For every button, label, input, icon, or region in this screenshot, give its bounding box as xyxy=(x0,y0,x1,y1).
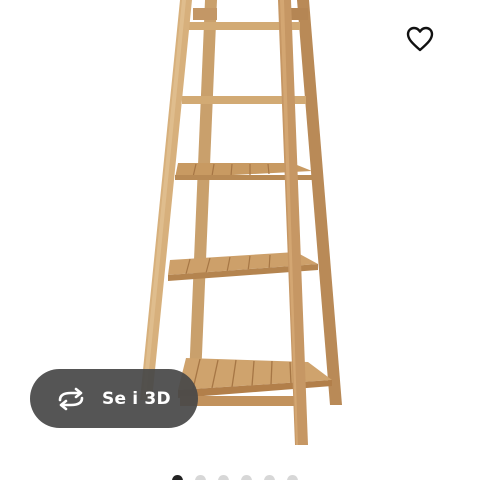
pager-dot-1[interactable] xyxy=(172,475,183,480)
favorite-button[interactable] xyxy=(402,22,438,56)
view-in-3d-label: Se i 3D xyxy=(102,388,171,409)
heart-outline-icon xyxy=(406,26,434,52)
pager-dot-2[interactable] xyxy=(195,475,206,480)
view-in-3d-button[interactable]: Se i 3D xyxy=(30,369,198,428)
pager-dot-3[interactable] xyxy=(218,475,229,480)
product-image-viewer[interactable]: Se i 3D xyxy=(0,0,480,480)
rotate-arrows-icon xyxy=(54,387,88,411)
pager-dot-4[interactable] xyxy=(241,475,252,480)
pager-dot-5[interactable] xyxy=(264,475,275,480)
pager-dot-6[interactable] xyxy=(287,475,298,480)
image-pager xyxy=(172,475,298,480)
